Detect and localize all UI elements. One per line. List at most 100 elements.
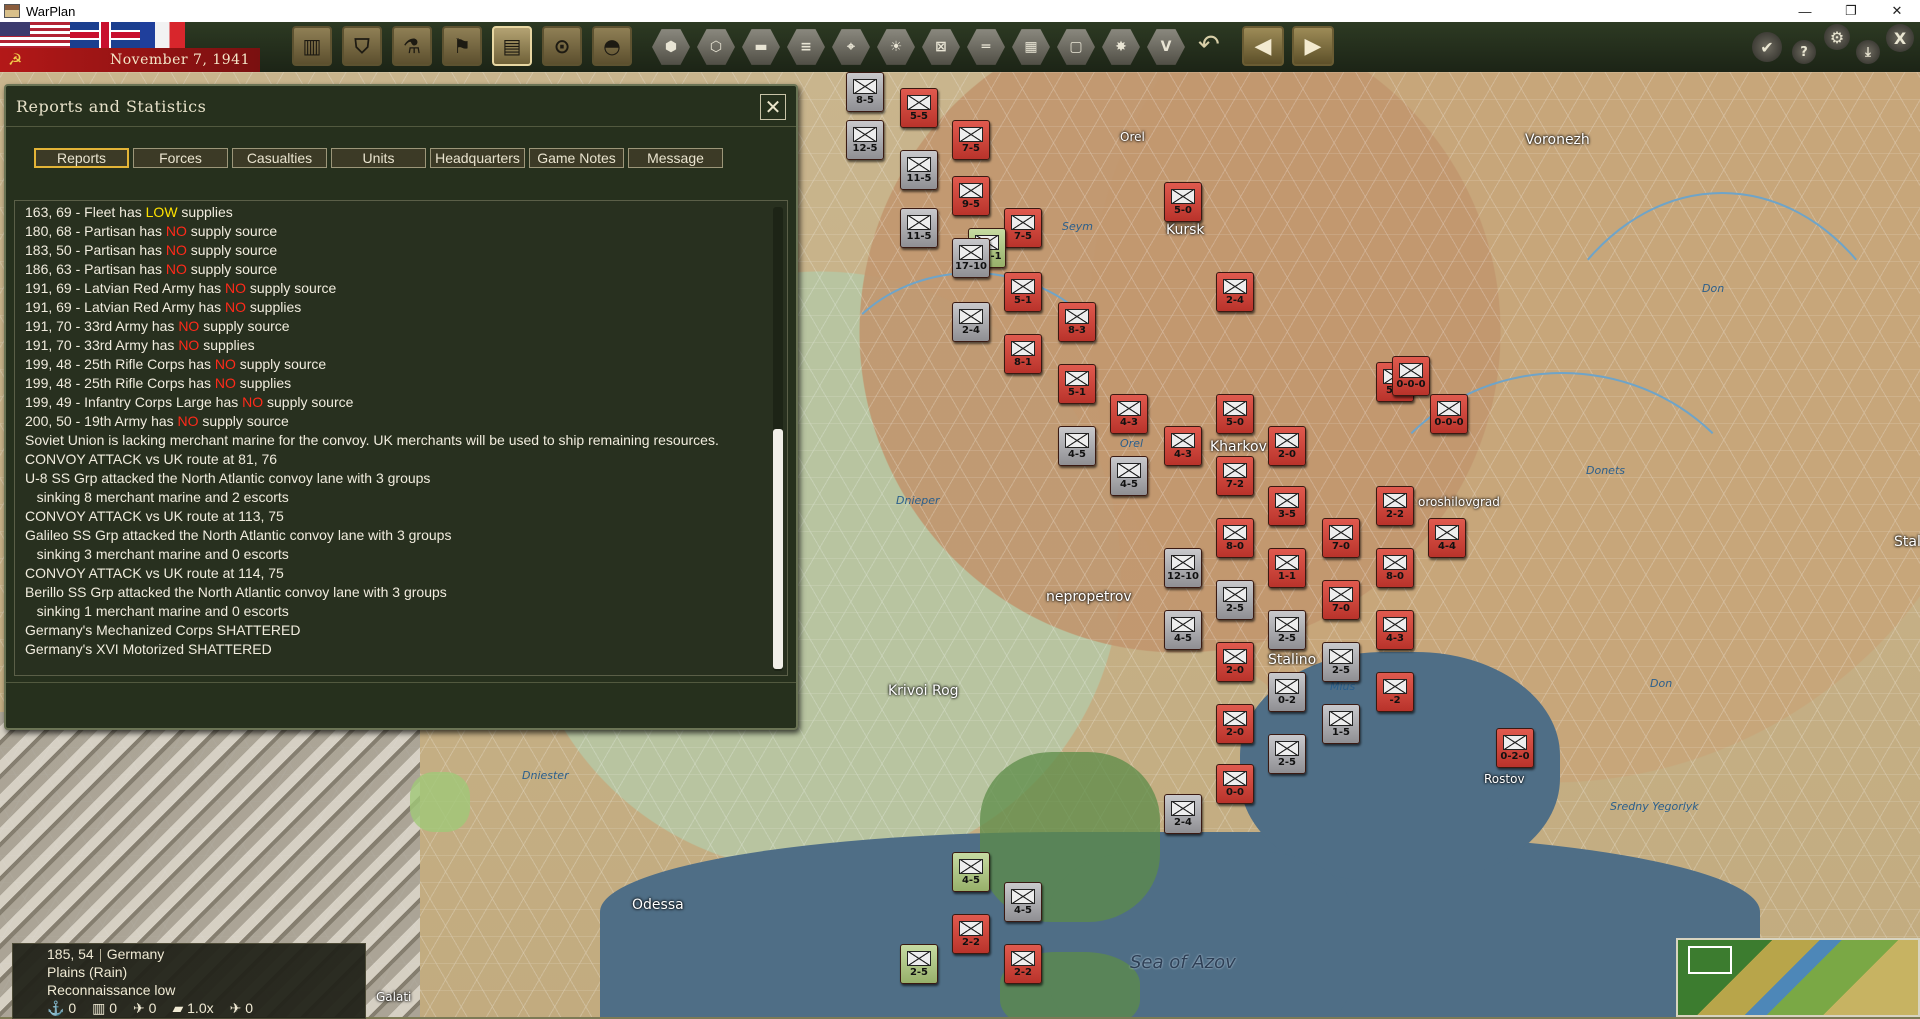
unit-counter[interactable]: 7-5 bbox=[1004, 208, 1042, 248]
research-tech-button[interactable]: ⛉ bbox=[342, 26, 382, 66]
hex-filter-lines[interactable]: ═ bbox=[967, 29, 1005, 65]
unit-counter[interactable]: 2-5 bbox=[1268, 734, 1306, 774]
tab-units[interactable]: Units bbox=[331, 148, 426, 168]
unit-counter[interactable]: 2-0 bbox=[1216, 642, 1254, 682]
report-text: Galileo SS Grp attacked the North Atlant… bbox=[25, 527, 452, 543]
unit-counter[interactable]: 17-10 bbox=[952, 238, 990, 278]
unit-counter[interactable]: 7-0 bbox=[1322, 518, 1360, 558]
help-button[interactable]: ? bbox=[1792, 40, 1816, 64]
save-button[interactable]: ⤓ bbox=[1856, 40, 1880, 64]
units-button[interactable]: ◓ bbox=[592, 26, 632, 66]
hex-filter-resources[interactable]: ≡ bbox=[787, 29, 825, 65]
unit-counter[interactable]: 5-0 bbox=[1164, 182, 1202, 222]
diplomacy-button[interactable]: ⚑ bbox=[442, 26, 482, 66]
hex-filter-combat[interactable]: ✸ bbox=[1102, 29, 1140, 65]
unit-counter[interactable]: 8-1 bbox=[1004, 334, 1042, 374]
unit-counter[interactable]: 4-5 bbox=[952, 852, 990, 892]
unit-counter[interactable]: 0-0-0 bbox=[1392, 356, 1430, 396]
panel-close-button[interactable]: ✕ bbox=[760, 94, 786, 120]
unit-counter[interactable]: 2-5 bbox=[900, 944, 938, 984]
unit-counter[interactable]: 2-4 bbox=[1216, 272, 1254, 312]
unit-counter[interactable]: 0-0 bbox=[1216, 764, 1254, 804]
hex-filter-supply[interactable]: ▬ bbox=[742, 29, 780, 65]
unit-counter[interactable]: 5-5 bbox=[900, 88, 938, 128]
exit-game-button[interactable]: X bbox=[1886, 24, 1914, 52]
panel-tabs: Reports Forces Casualties Units Headquar… bbox=[34, 148, 723, 168]
unit-counter[interactable]: 11-5 bbox=[900, 150, 938, 190]
unit-counter[interactable]: 7-2 bbox=[1216, 456, 1254, 496]
divider bbox=[6, 126, 796, 127]
end-turn-button[interactable]: ✔ bbox=[1752, 32, 1782, 62]
unit-counter[interactable]: 2-4 bbox=[1164, 794, 1202, 834]
log-scrollbar-thumb[interactable] bbox=[773, 429, 783, 669]
hex-filter-counters[interactable]: ⊠ bbox=[922, 29, 960, 65]
unit-counter[interactable]: 11-5 bbox=[900, 208, 938, 248]
production-button[interactable]: ▥ bbox=[292, 26, 332, 66]
unit-counter[interactable]: 8-0 bbox=[1376, 548, 1414, 588]
report-log[interactable]: 163, 69 - Fleet has LOW supplies 180, 68 … bbox=[14, 200, 788, 676]
unit-counter[interactable]: 4-5 bbox=[1110, 456, 1148, 496]
unit-counter[interactable]: -2 bbox=[1376, 672, 1414, 712]
report-text: supply source bbox=[263, 394, 354, 410]
unit-counter[interactable]: 8-3 bbox=[1058, 302, 1096, 342]
tab-headquarters[interactable]: Headquarters bbox=[430, 148, 525, 168]
hex-filter-victory[interactable]: V bbox=[1147, 29, 1185, 65]
unit-counter[interactable]: 2-0 bbox=[1216, 704, 1254, 744]
unit-counter[interactable]: 1-5 bbox=[1322, 704, 1360, 744]
unit-counter[interactable]: 2-0 bbox=[1268, 426, 1306, 466]
undo-icon[interactable]: ↶ bbox=[1198, 30, 1220, 60]
unit-counter[interactable]: 8-5 bbox=[846, 72, 884, 112]
minimize-button[interactable]: — bbox=[1782, 0, 1828, 22]
minimap-viewport[interactable] bbox=[1688, 946, 1732, 974]
unit-counter[interactable]: 4-5 bbox=[1164, 610, 1202, 650]
hex-filter-terrain[interactable]: ⬢ bbox=[652, 29, 690, 65]
unit-counter[interactable]: 2-5 bbox=[1268, 610, 1306, 650]
unit-counter[interactable]: 5-1 bbox=[1004, 272, 1042, 312]
unit-counter[interactable]: 2-5 bbox=[1322, 642, 1360, 682]
tab-casualties[interactable]: Casualties bbox=[232, 148, 327, 168]
hex-filter-frame[interactable]: ▢ bbox=[1057, 29, 1095, 65]
hex-filter-grid[interactable]: ▦ bbox=[1012, 29, 1050, 65]
hex-filter-target[interactable]: ⌖ bbox=[832, 29, 870, 65]
tab-forces[interactable]: Forces bbox=[133, 148, 228, 168]
unit-counter[interactable]: 2-4 bbox=[952, 302, 990, 342]
unit-counter[interactable]: 5-0 bbox=[1216, 394, 1254, 434]
hex-filter-hexgrid[interactable]: ⬡ bbox=[697, 29, 735, 65]
unit-counter[interactable]: 7-5 bbox=[952, 120, 990, 160]
next-unit-button[interactable]: ▶ bbox=[1292, 26, 1334, 66]
unit-counter[interactable]: 12-10 bbox=[1164, 548, 1202, 588]
close-window-button[interactable]: ✕ bbox=[1874, 0, 1920, 22]
unit-counter[interactable]: 0-0-0 bbox=[1430, 394, 1468, 434]
unit-counter[interactable]: 0-2 bbox=[1268, 672, 1306, 712]
unit-counter[interactable]: 4-5 bbox=[1004, 882, 1042, 922]
report-text: 186, 63 - Partisan has bbox=[25, 261, 166, 277]
unit-counter[interactable]: 4-3 bbox=[1110, 394, 1148, 434]
unit-counter[interactable]: 2-5 bbox=[1216, 580, 1254, 620]
hex-filter-weather[interactable]: ☀ bbox=[877, 29, 915, 65]
research-button[interactable]: ⚗ bbox=[392, 26, 432, 66]
reports-button[interactable]: ▤ bbox=[492, 26, 532, 66]
unit-counter[interactable]: 4-3 bbox=[1164, 426, 1202, 466]
unit-counter[interactable]: 1-1 bbox=[1268, 548, 1306, 588]
unit-counter[interactable]: 2-2 bbox=[1376, 486, 1414, 526]
tab-game-notes[interactable]: Game Notes bbox=[529, 148, 624, 168]
minimap[interactable] bbox=[1676, 938, 1920, 1017]
unit-counter[interactable]: 2-2 bbox=[1004, 944, 1042, 984]
previous-unit-button[interactable]: ◀ bbox=[1242, 26, 1284, 66]
unit-counter[interactable]: 3-5 bbox=[1268, 486, 1306, 526]
unit-counter[interactable]: 8-0 bbox=[1216, 518, 1254, 558]
unit-counter[interactable]: 5-1 bbox=[1058, 364, 1096, 404]
intelligence-button[interactable]: ⊙ bbox=[542, 26, 582, 66]
unit-counter[interactable]: 2-2 bbox=[952, 914, 990, 954]
unit-counter[interactable]: 9-5 bbox=[952, 176, 990, 216]
unit-counter[interactable]: 7-0 bbox=[1322, 580, 1360, 620]
unit-counter[interactable]: 12-5 bbox=[846, 120, 884, 160]
tab-message[interactable]: Message bbox=[628, 148, 723, 168]
unit-counter[interactable]: 0-2-0 bbox=[1496, 728, 1534, 768]
unit-counter[interactable]: 4-5 bbox=[1058, 426, 1096, 466]
unit-counter[interactable]: 4-3 bbox=[1376, 610, 1414, 650]
unit-counter[interactable]: 4-4 bbox=[1428, 518, 1466, 558]
tab-reports[interactable]: Reports bbox=[34, 148, 129, 168]
maximize-button[interactable]: ❐ bbox=[1828, 0, 1874, 22]
settings-button[interactable]: ⚙ bbox=[1824, 24, 1850, 50]
